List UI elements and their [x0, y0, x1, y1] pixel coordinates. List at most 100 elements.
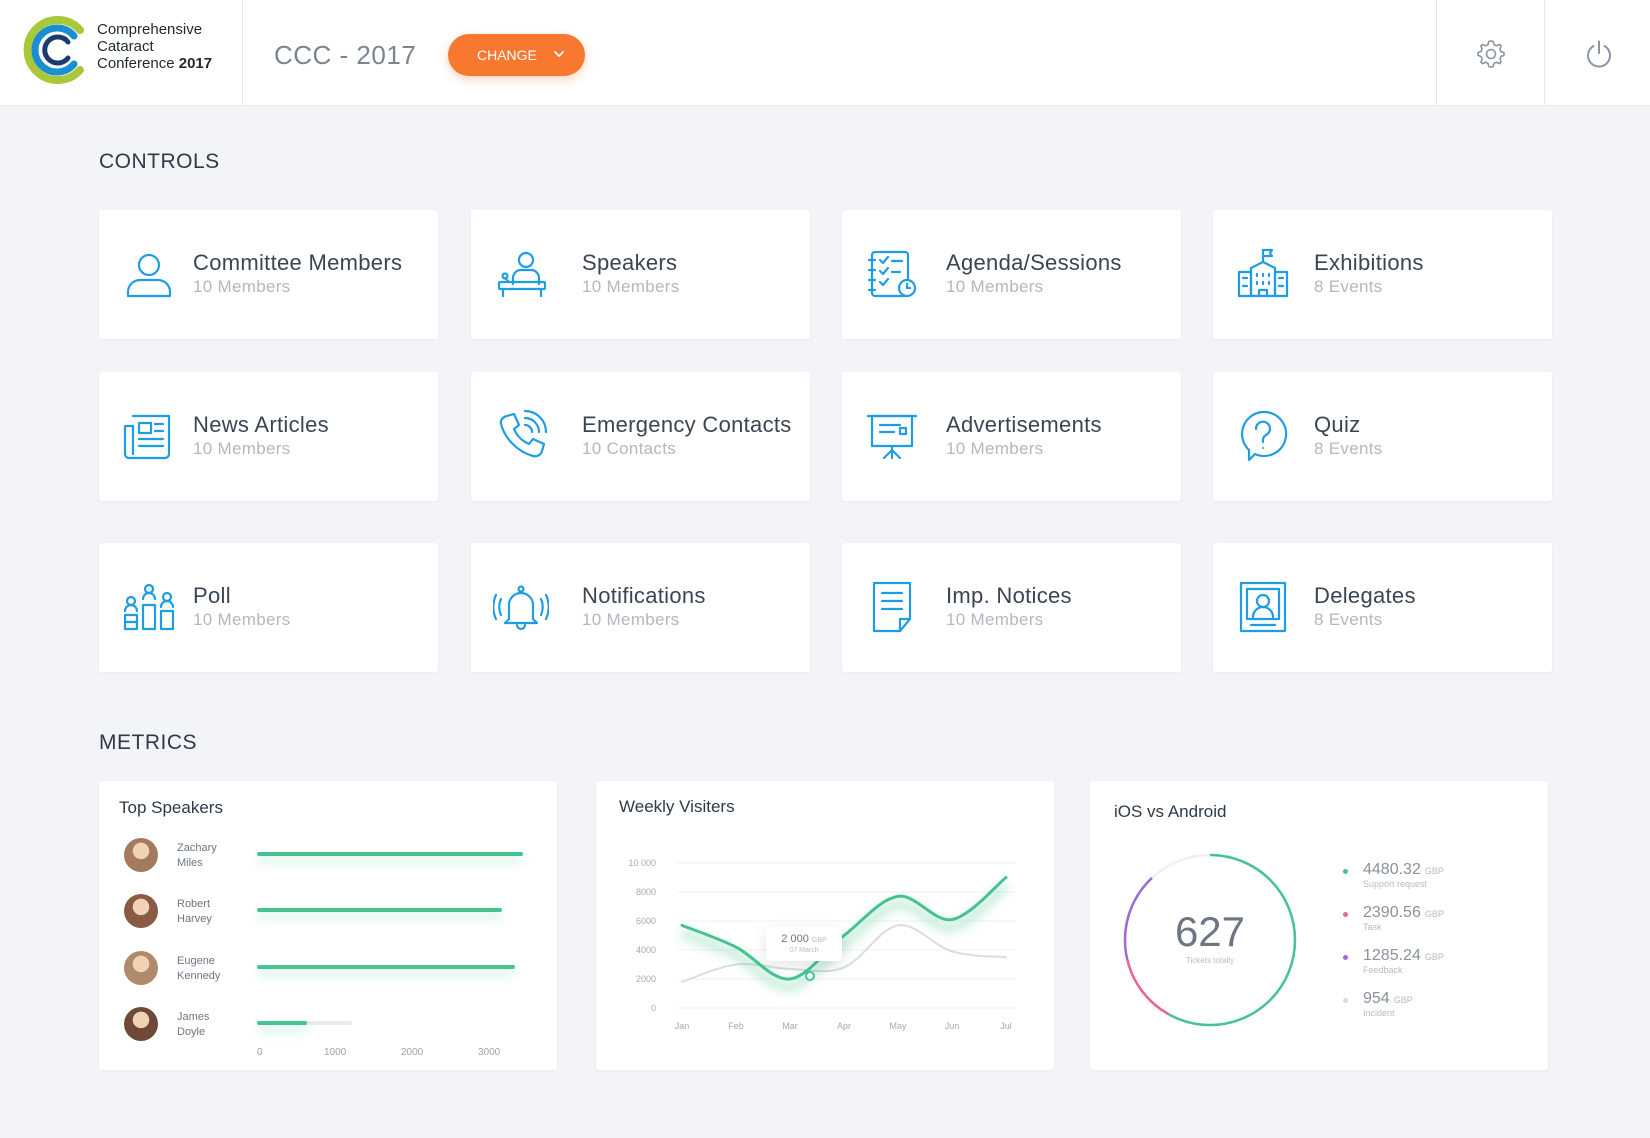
avatar: [124, 894, 158, 928]
control-card-subtitle: 10 Members: [946, 610, 1044, 629]
power-button[interactable]: [1544, 0, 1650, 106]
donut-total: 627: [1174, 908, 1246, 955]
speaker-row[interactable]: Zachary Miles: [99, 838, 557, 888]
control-card-title: Quiz: [1314, 412, 1361, 437]
control-card-title: Agenda/Sessions: [946, 250, 1122, 275]
legend-item: 2390.56 GBP Task: [1343, 904, 1543, 944]
control-card-delegates[interactable]: Delegates 8 Events: [1213, 543, 1552, 672]
brand-line-3: Conference: [97, 55, 175, 72]
speaker-last-name: Harvey: [177, 913, 212, 925]
y-tick-label: 6000: [636, 916, 656, 926]
control-card-advertisements[interactable]: Advertisements 10 Members: [842, 372, 1181, 501]
control-card-title: Advertisements: [946, 412, 1102, 437]
legend-amount: 2390.56: [1363, 904, 1421, 921]
brand-line-1: Comprehensive: [97, 21, 203, 38]
phone-icon: [499, 409, 548, 458]
change-event-button[interactable]: CHANGE: [448, 34, 585, 76]
agenda-checklist-icon: [867, 250, 917, 298]
x-tick-label: Jun: [945, 1021, 960, 1031]
control-card-title: Imp. Notices: [946, 583, 1072, 608]
speaker-bar: [257, 908, 502, 912]
legend-value: 2390.56 GBP: [1363, 904, 1444, 922]
speaker-bar: [257, 1021, 307, 1025]
ios-android-title: iOS vs Android: [1114, 802, 1227, 821]
settings-button[interactable]: [1436, 0, 1544, 106]
speaker-axis-tick: 3000: [478, 1047, 501, 1058]
speaker-first-name: Robert: [177, 898, 211, 910]
legend-item: 4480.32 GBP Support request: [1343, 861, 1543, 901]
control-card-title: Poll: [193, 583, 231, 608]
control-card-poll[interactable]: Poll 10 Members: [99, 543, 438, 672]
legend-amount: 4480.32: [1363, 861, 1421, 878]
legend-unit: GBP: [1424, 909, 1444, 919]
speaker-row[interactable]: Robert Harvey: [99, 894, 557, 944]
legend-unit: GBP: [1393, 995, 1413, 1005]
x-tick-label: Jul: [1000, 1021, 1012, 1031]
control-card-speakers[interactable]: Speakers 10 Members: [471, 210, 810, 339]
x-tick-label: May: [889, 1021, 907, 1031]
legend-value: 954 GBP: [1363, 990, 1413, 1008]
control-card-subtitle: 8 Events: [1314, 277, 1383, 296]
control-card-title: Exhibitions: [1314, 250, 1424, 275]
speaker-bar: [257, 852, 523, 856]
weekly-visitors-chart: 10 000 8000 6000 4000 2000 0 Jan Feb Mar Apr May Ju…: [628, 858, 1016, 1031]
weekly-visitors-panel: Weekly Visiters 10 000 8000 6000 4000 2000 0 J…: [596, 781, 1054, 1070]
control-card-subtitle: 8 Events: [1314, 439, 1383, 458]
legend-item: 954 GBP Incident: [1343, 990, 1543, 1030]
bell-icon: [493, 585, 549, 631]
x-tick-label: Apr: [837, 1021, 851, 1031]
highlight-point[interactable]: [805, 971, 815, 981]
legend-value: 4480.32 GBP: [1363, 861, 1444, 879]
control-card-subtitle: 10 Members: [193, 439, 291, 458]
y-tick-label: 4000: [636, 945, 656, 955]
legend-caption: Task: [1363, 922, 1382, 932]
donut-caption: Tickets totally: [1185, 956, 1235, 965]
control-card-emergency-contacts[interactable]: Emergency Contacts 10 Contacts: [471, 372, 810, 501]
speaker-last-name: Miles: [177, 857, 203, 869]
x-tick-label: Feb: [728, 1021, 744, 1031]
legend-item: 1285.24 GBP Feedback: [1343, 947, 1543, 987]
x-tick-label: Jan: [675, 1021, 690, 1031]
building-flag-icon: [1237, 248, 1289, 298]
legend-caption: Incident: [1363, 1008, 1395, 1018]
tooltip-value: 2 000: [781, 933, 809, 945]
brand-line-2: Cataract: [97, 38, 154, 55]
legend-dot: [1343, 912, 1348, 917]
power-icon: [1587, 40, 1611, 68]
speaker-name: Eugene Kennedy: [177, 954, 237, 984]
legend-dot: [1343, 955, 1348, 960]
control-card-exhibitions[interactable]: Exhibitions 8 Events: [1213, 210, 1552, 339]
top-bar: Comprehensive Cataract Conference 2017 C…: [0, 0, 1650, 106]
control-card-imp-notices[interactable]: Imp. Notices 10 Members: [842, 543, 1181, 672]
control-card-notifications[interactable]: Notifications 10 Members: [471, 543, 810, 672]
chart-tooltip: 2 000 GBP 07 March: [766, 927, 842, 961]
control-card-title: Committee Members: [193, 250, 403, 275]
gear-icon: [1477, 40, 1505, 68]
speaker-name: James Doyle: [177, 1010, 237, 1040]
legend-unit: GBP: [1424, 866, 1444, 876]
control-card-subtitle: 10 Members: [193, 277, 291, 296]
speaker-row[interactable]: Eugene Kennedy: [99, 951, 557, 1001]
speaker-first-name: Zachary: [177, 842, 217, 854]
control-card-title: Delegates: [1314, 583, 1416, 608]
control-card-title: News Articles: [193, 412, 329, 437]
speaker-last-name: Kennedy: [177, 970, 221, 982]
legend-caption: Feedback: [1363, 965, 1403, 975]
question-bubble-icon: [1240, 410, 1288, 462]
avatar: [124, 838, 158, 872]
control-card-news-articles[interactable]: News Articles 10 Members: [99, 372, 438, 501]
control-card-subtitle: 10 Members: [193, 610, 291, 629]
speaker-podium-icon: [497, 251, 547, 298]
legend-dot: [1343, 998, 1348, 1003]
control-card-quiz[interactable]: Quiz 8 Events: [1213, 372, 1552, 501]
controls-heading: CONTROLS: [99, 150, 220, 173]
speaker-axis-tick: 1000: [324, 1047, 347, 1058]
brand-logo[interactable]: Comprehensive Cataract Conference 2017: [0, 0, 243, 106]
control-card-agenda-sessions[interactable]: Agenda/Sessions 10 Members: [842, 210, 1181, 339]
control-card-committee-members[interactable]: Committee Members 10 Members: [99, 210, 438, 339]
control-card-title: Notifications: [582, 583, 706, 608]
brand-year: 2017: [178, 55, 213, 72]
ccc-logo-icon: [23, 16, 84, 84]
legend-dot: [1343, 869, 1348, 874]
presentation-board-icon: [866, 414, 918, 460]
